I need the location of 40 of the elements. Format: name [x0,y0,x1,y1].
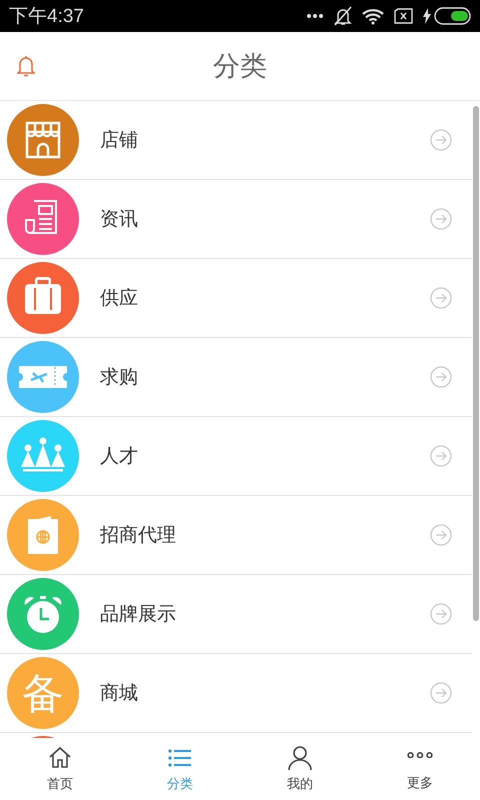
category-label: 资讯 [100,207,139,232]
category-row[interactable]: 招商代理 [0,496,472,575]
category-row[interactable]: 备 商城 [0,654,472,733]
muted-bell-icon [334,6,352,26]
category-row[interactable]: 店铺 [0,101,472,180]
category-label: 求购 [100,365,139,390]
scrollbar[interactable] [473,106,479,621]
person-icon [287,746,313,772]
arrow-right-icon [430,445,452,467]
category-label: 店铺 [100,128,139,153]
page-title: 分类 [213,50,267,84]
arrow-right-icon [430,208,452,230]
category-label: 品牌展示 [100,602,177,627]
wifi-icon [362,8,384,24]
category-row[interactable]: 供应 [0,259,472,338]
arrow-right-icon [430,366,452,388]
category-label: 人才 [100,444,139,469]
dots-icon [306,13,324,19]
category-row[interactable]: 求购 [0,338,472,417]
arrow-right-icon [430,287,452,309]
category-label: 供应 [100,286,139,311]
category-row[interactable]: 资讯 [0,180,472,259]
category-badge: 备 [6,656,80,730]
bell-icon[interactable] [17,55,35,77]
category-row[interactable]: 品牌展示 [0,575,472,654]
arrow-right-icon [430,603,452,625]
arrow-right-icon [430,524,452,546]
tab[interactable]: 首页 [0,738,120,800]
category-label: 招商代理 [100,523,177,548]
status-time: 下午4:37 [9,5,85,29]
tab[interactable]: 我的 [240,738,360,800]
sim-card-icon [394,8,413,24]
arrow-right-icon [430,129,452,151]
category-label: 商城 [100,681,139,706]
more-icon [407,752,433,758]
arrow-right-icon [430,682,452,704]
battery-icon [434,7,472,25]
tab[interactable]: 更多 [360,738,480,800]
category-row[interactable]: 人才 [0,417,472,496]
charging-icon [423,8,431,24]
